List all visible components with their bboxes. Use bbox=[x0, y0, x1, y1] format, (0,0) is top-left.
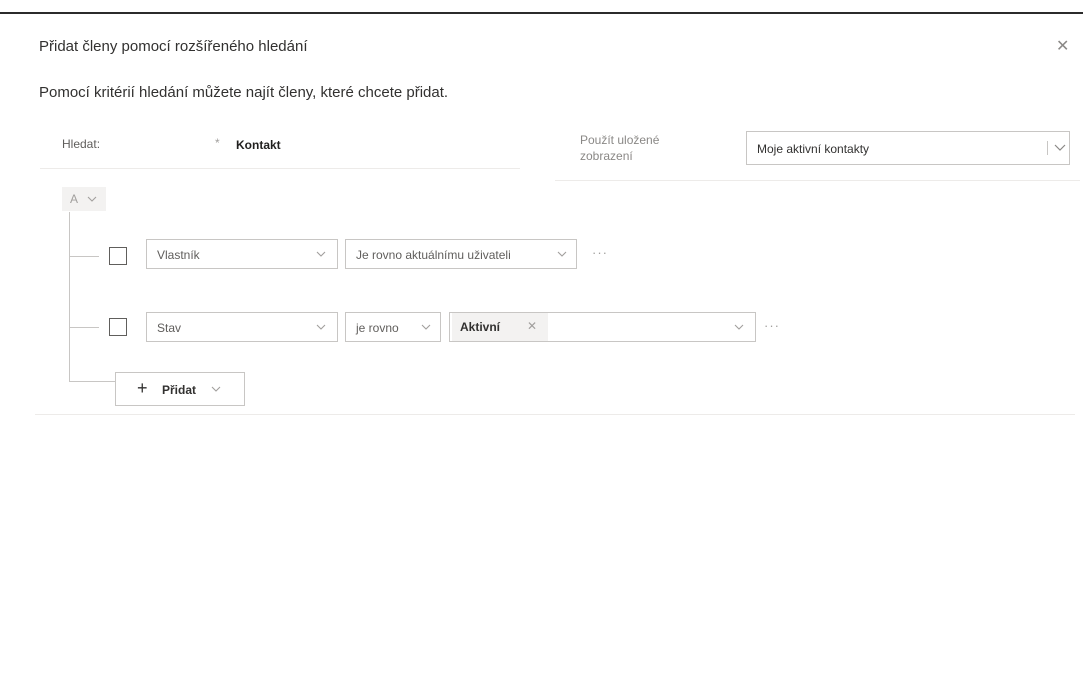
entity-name: Kontakt bbox=[236, 138, 281, 152]
chevron-down-icon bbox=[210, 383, 222, 395]
saved-view-dropdown[interactable]: Moje aktivní kontakty bbox=[746, 131, 1070, 165]
add-button[interactable]: + Přidat bbox=[115, 372, 245, 406]
divider bbox=[40, 168, 520, 169]
saved-view-value: Moje aktivní kontakty bbox=[757, 142, 870, 156]
field-dropdown[interactable]: Stav bbox=[146, 312, 338, 342]
chevron-down-icon bbox=[733, 321, 745, 333]
value-tag-label: Aktivní bbox=[460, 320, 501, 334]
divider bbox=[35, 414, 1075, 415]
chevron-down-icon bbox=[315, 321, 327, 333]
operator-dropdown[interactable]: Je rovno aktuálnímu uživateli bbox=[345, 239, 577, 269]
condition-checkbox[interactable] bbox=[109, 247, 127, 265]
tree-branch bbox=[69, 327, 99, 328]
remove-tag-icon[interactable]: ✕ bbox=[527, 319, 537, 333]
dialog-subtitle: Pomocí kritérií hledání můžete najít čle… bbox=[39, 84, 449, 101]
chevron-down-icon bbox=[556, 248, 568, 260]
condition-checkbox[interactable] bbox=[109, 318, 127, 336]
search-label: Hledat: bbox=[62, 137, 101, 151]
chevron-down-icon bbox=[420, 321, 432, 333]
tree-branch bbox=[69, 381, 115, 382]
dropdown-separator bbox=[1047, 141, 1048, 155]
add-button-label: Přidat bbox=[162, 383, 197, 397]
close-icon[interactable]: ✕ bbox=[1056, 38, 1069, 56]
dialog-title: Přidat členy pomocí rozšířeného hledání bbox=[39, 38, 308, 55]
group-operator-button[interactable]: A bbox=[62, 187, 106, 211]
operator-value: Je rovno aktuálnímu uživateli bbox=[356, 248, 511, 262]
operator-value: je rovno bbox=[356, 321, 399, 335]
field-dropdown[interactable]: Vlastník bbox=[146, 239, 338, 269]
tree-line bbox=[69, 212, 70, 381]
value-tag: Aktivní ✕ bbox=[452, 313, 548, 341]
chevron-down-icon bbox=[1053, 140, 1067, 154]
field-value: Vlastník bbox=[157, 248, 200, 262]
tree-branch bbox=[69, 256, 99, 257]
plus-icon: + bbox=[137, 378, 148, 398]
chevron-down-icon bbox=[86, 193, 98, 205]
required-marker: * bbox=[215, 136, 220, 150]
operator-dropdown[interactable]: je rovno bbox=[345, 312, 441, 342]
more-options-icon[interactable]: ··· bbox=[764, 318, 780, 333]
more-options-icon[interactable]: ··· bbox=[592, 245, 608, 260]
saved-view-label: Použít uložené zobrazení bbox=[580, 133, 660, 163]
group-operator-label: A bbox=[70, 192, 79, 206]
top-border bbox=[0, 0, 1083, 14]
chevron-down-icon bbox=[315, 248, 327, 260]
field-value: Stav bbox=[157, 321, 182, 335]
